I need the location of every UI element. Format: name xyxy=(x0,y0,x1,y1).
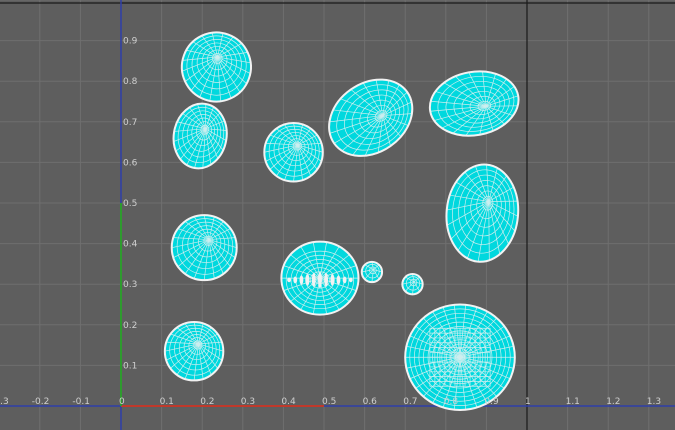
shell-center-egg[interactable] xyxy=(263,122,324,183)
seam-segment xyxy=(336,275,341,285)
shell-fill xyxy=(170,214,238,282)
seam-segment xyxy=(293,276,298,284)
x-tick-label: 0.9 xyxy=(484,397,499,407)
shell-small-dot-1[interactable] xyxy=(360,260,384,284)
shell-bottom-right-large[interactable] xyxy=(404,303,516,412)
x-tick-label: 0.7 xyxy=(403,397,417,407)
seam-segment xyxy=(324,273,329,287)
x-tick-label: 0.2 xyxy=(200,397,214,407)
x-tick-label: 1.3 xyxy=(647,397,661,407)
shell-left-round[interactable] xyxy=(170,214,238,282)
y-tick-label: 0.3 xyxy=(123,280,137,290)
y-tick-label: 0.6 xyxy=(123,158,138,168)
x-tick-label: 0.5 xyxy=(322,397,336,407)
x-tick-label: -0.2 xyxy=(32,397,50,407)
y-tick-label: 0.7 xyxy=(123,118,137,128)
x-tick-label: 0.4 xyxy=(281,397,296,407)
uv-editor-viewport[interactable]: -0.3 -0.2 -0.1 0 0.1 0.2 0.3 0.4 0.5 0.6 0.7 0.8 0.9… xyxy=(0,0,675,430)
shell-bottom-left-round[interactable] xyxy=(163,320,225,382)
y-tick-label: 0.9 xyxy=(123,37,138,47)
y-tick-label: 0.4 xyxy=(123,240,138,250)
y-tick-label: 0.8 xyxy=(123,77,138,87)
x-tick-label: 0.8 xyxy=(444,397,459,407)
seam-segment xyxy=(299,275,304,285)
y-tick-label: 0.5 xyxy=(123,199,137,209)
x-tick-label: 0.6 xyxy=(363,397,378,407)
x-tick-label: 0.1 xyxy=(160,397,174,407)
y-tick-label: 0.2 xyxy=(123,321,137,331)
x-tick-label: 1 xyxy=(525,397,531,407)
seam-segment xyxy=(348,277,353,283)
y-tick-label: 0.1 xyxy=(123,361,137,371)
seam-segment xyxy=(305,274,310,286)
x-tick-label: 1.1 xyxy=(566,397,580,407)
x-tick-label: 0.3 xyxy=(241,397,255,407)
shell-small-dot-2[interactable] xyxy=(401,273,424,296)
x-tick-label: 1.2 xyxy=(606,397,620,407)
x-tick-label: 0 xyxy=(119,397,125,407)
x-tick-label: -0.1 xyxy=(72,397,90,407)
shell-center-sphere[interactable] xyxy=(280,240,360,316)
seam-segment xyxy=(318,271,322,288)
seam-segment xyxy=(311,273,316,287)
seam-segment xyxy=(330,274,335,286)
seam-segment xyxy=(342,276,347,284)
x-tick-label: -0.3 xyxy=(0,397,9,407)
shell-fill xyxy=(263,122,324,183)
seam-segment xyxy=(287,277,292,283)
shell-fill xyxy=(163,320,225,382)
